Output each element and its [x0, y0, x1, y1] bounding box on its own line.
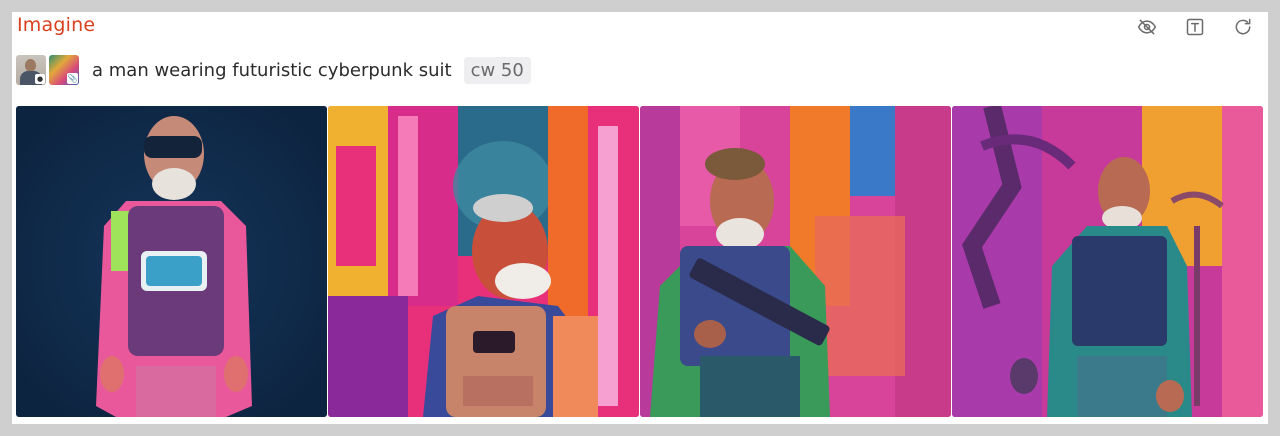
text-button[interactable] [1184, 16, 1206, 38]
hide-eye-icon [1137, 19, 1157, 35]
card-title: Imagine [17, 14, 96, 36]
refresh-icon [1235, 18, 1251, 35]
results-grid [16, 106, 1263, 417]
prompt-text: a man wearing futuristic cyberpunk suit [92, 59, 452, 81]
cw-parameter-chip: cw 50 [463, 56, 531, 84]
generated-image-3[interactable] [640, 106, 951, 417]
generated-image-1[interactable] [16, 106, 327, 417]
hide-button[interactable] [1136, 16, 1158, 38]
generated-image-4[interactable] [952, 106, 1263, 417]
card-toolbar [1136, 16, 1254, 38]
generated-image-2[interactable] [328, 106, 639, 417]
person-icon: ● [35, 74, 45, 84]
attachment-icon: 📎 [67, 73, 78, 84]
prompt-row: ● 📎 a man wearing futuristic cyberpunk s… [16, 54, 531, 86]
refresh-button[interactable] [1232, 16, 1254, 38]
reference-photo-thumbnail[interactable]: ● [16, 55, 46, 85]
imagine-card: Imagine ● 📎 a man wearing futuristic cyb… [12, 12, 1268, 424]
reference-art-thumbnail[interactable]: 📎 [49, 55, 79, 85]
text-icon [1186, 18, 1204, 36]
